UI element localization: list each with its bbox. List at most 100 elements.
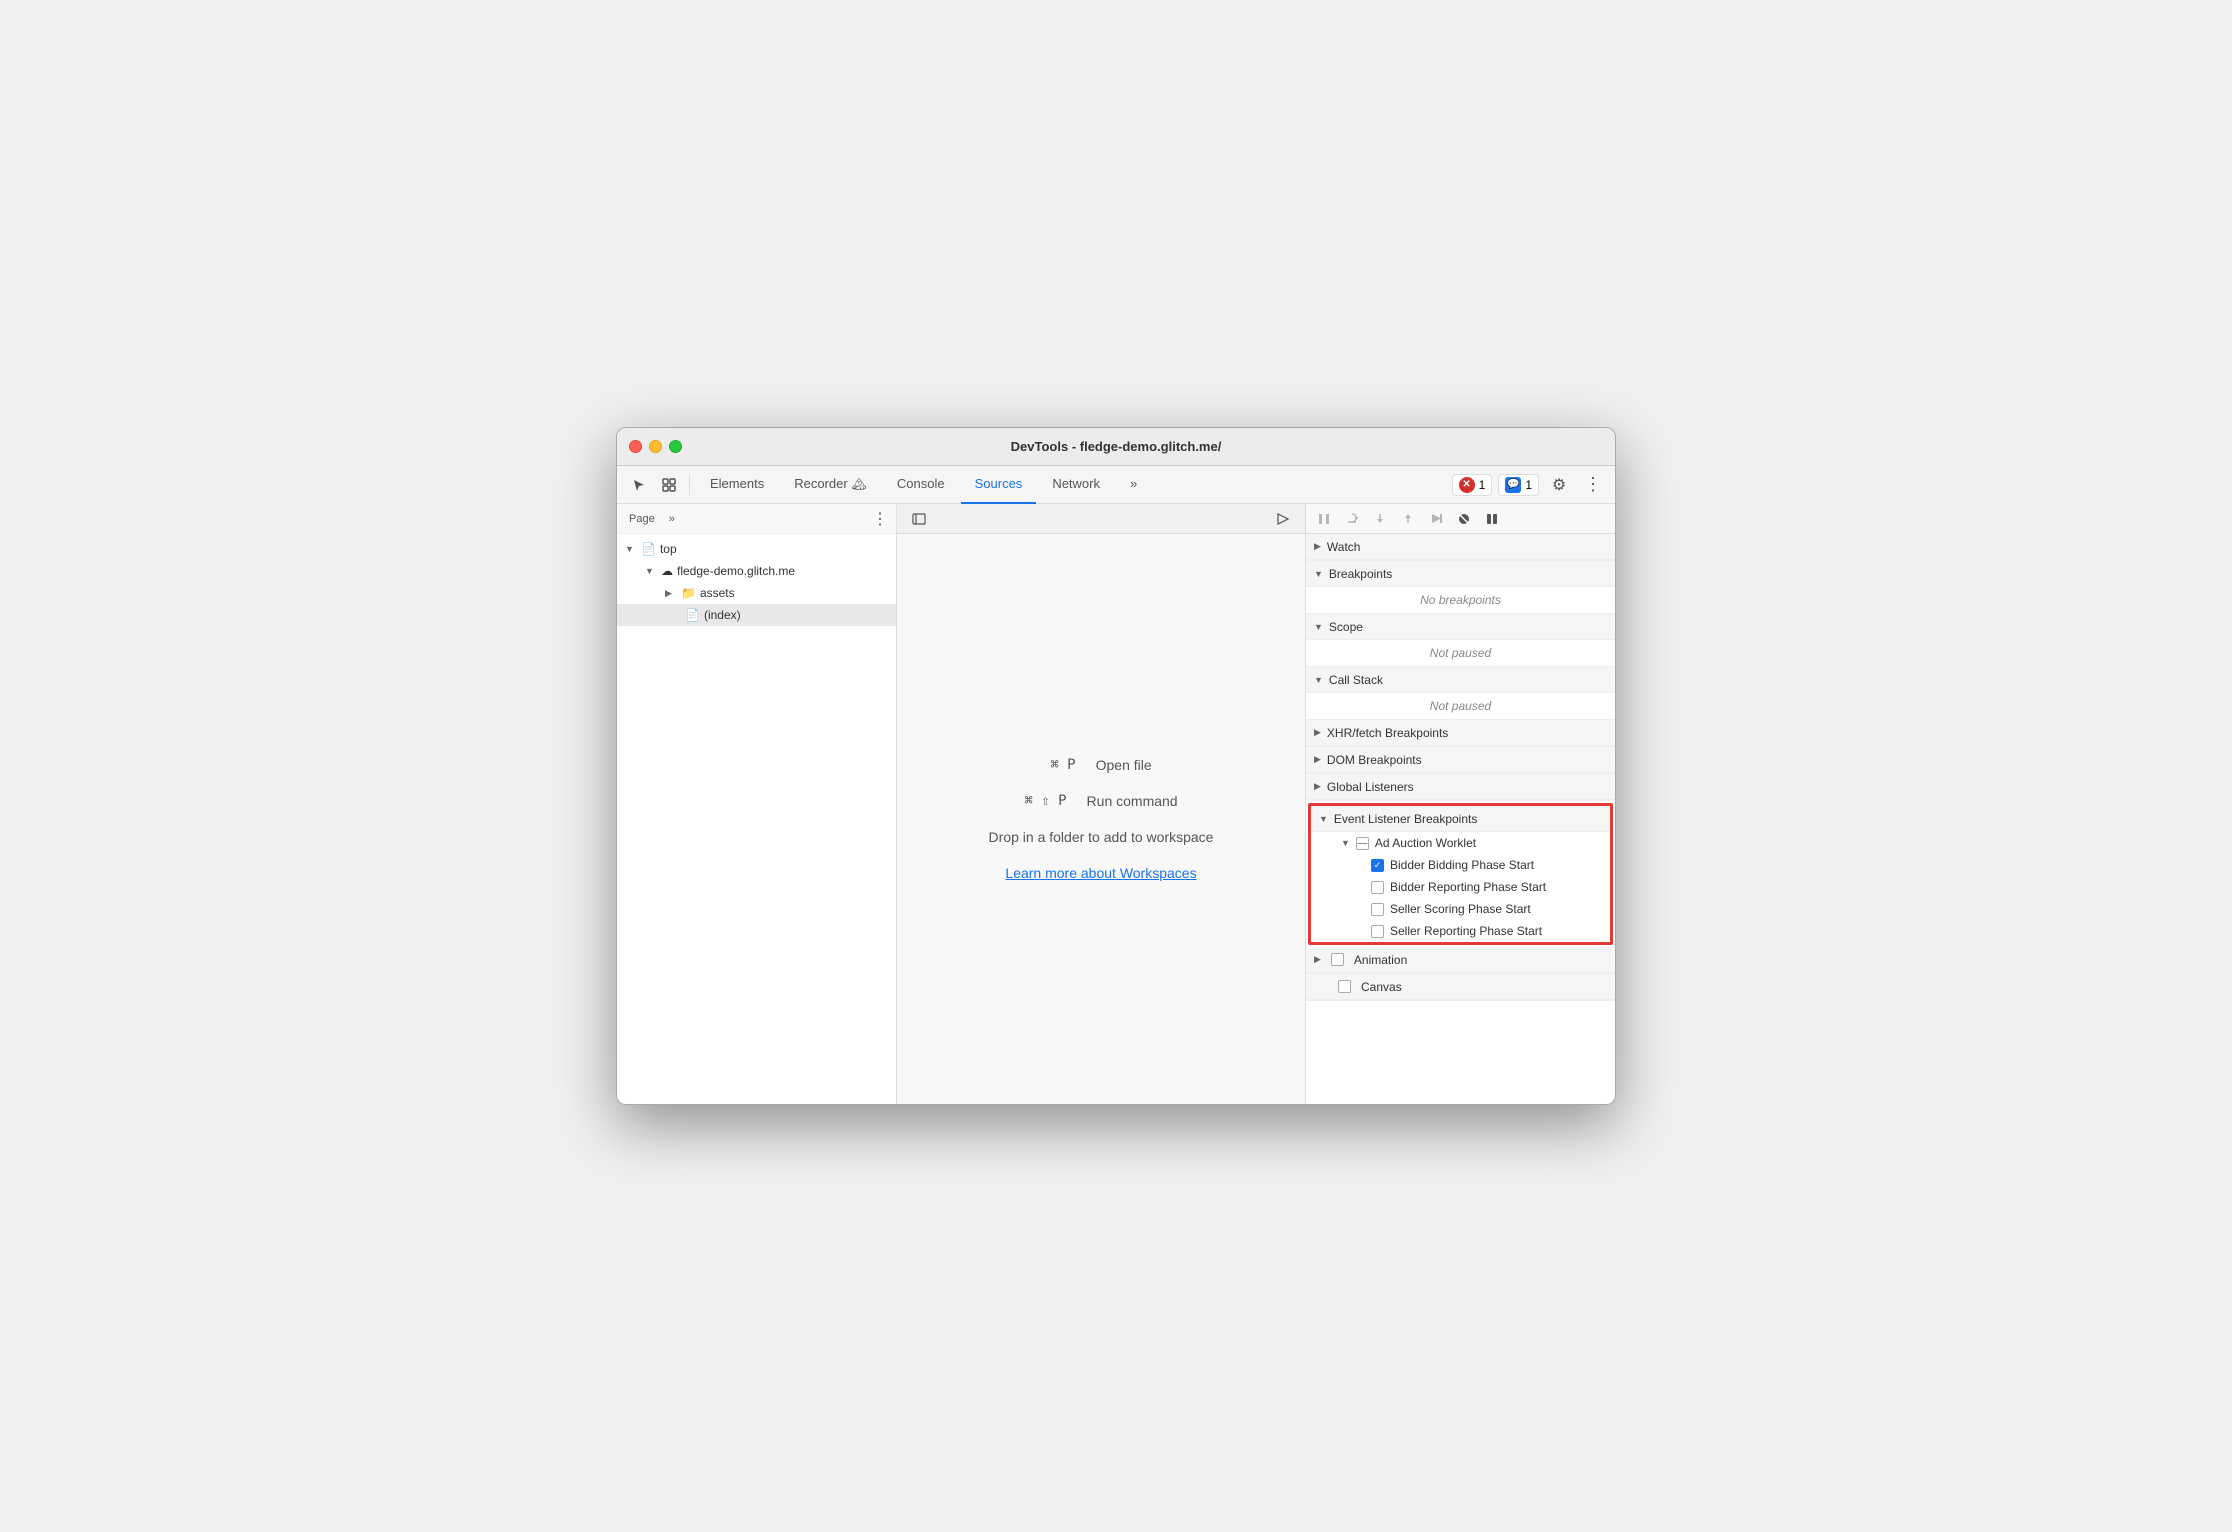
global-listeners-header[interactable]: ▶ Global Listeners (1306, 774, 1615, 800)
title-bar: DevTools - fledge-demo.glitch.me/ (617, 428, 1615, 466)
seller-scoring-checkbox[interactable] (1371, 903, 1384, 916)
ad-auction-checkbox[interactable]: — (1356, 837, 1369, 850)
tab-sources[interactable]: Sources (961, 466, 1037, 504)
pause-exceptions-icon (1485, 512, 1499, 526)
call-stack-section-header[interactable]: ▼ Call Stack (1306, 667, 1615, 693)
dom-breakpoints-section: ▶ DOM Breakpoints (1306, 747, 1615, 774)
tree-item-assets[interactable]: ▶ 📁 assets (617, 582, 896, 604)
canvas-section-header[interactable]: Canvas (1306, 974, 1615, 1000)
breakpoints-label: Breakpoints (1329, 567, 1392, 581)
toolbar-divider-1 (689, 475, 690, 495)
watch-section: ▶ Watch (1306, 534, 1615, 561)
call-stack-label: Call Stack (1329, 673, 1383, 687)
workspace-link[interactable]: Learn more about Workspaces (1005, 865, 1196, 881)
step-over-button[interactable] (1340, 508, 1364, 530)
animation-section-header[interactable]: ▶ Animation (1306, 947, 1615, 973)
bidder-bidding-item[interactable]: Bidder Bidding Phase Start (1311, 854, 1610, 876)
close-button[interactable] (629, 440, 642, 453)
inspect-button[interactable] (655, 473, 683, 497)
folder-icon-assets: 📁 (681, 586, 696, 600)
scope-section-header[interactable]: ▼ Scope (1306, 614, 1615, 640)
dom-section-header[interactable]: ▶ DOM Breakpoints (1306, 747, 1615, 773)
tree-item-label-domain: fledge-demo.glitch.me (677, 564, 795, 578)
page-label[interactable]: Page (625, 511, 659, 527)
canvas-checkbox[interactable] (1338, 980, 1351, 993)
open-file-key: ⌘ P (1050, 757, 1075, 773)
seller-reporting-item[interactable]: Seller Reporting Phase Start (1311, 920, 1610, 942)
devtools-window: DevTools - fledge-demo.glitch.me/ Elemen… (616, 427, 1616, 1105)
debugger-toolbar (1306, 504, 1615, 534)
shortcut-run-command: ⌘ ⇧ P Run command (1024, 793, 1177, 809)
left-panel: Page » ⋮ ▼ 📄 top ▼ ☁ fledge-demo.glitch.… (617, 504, 897, 1104)
tree-item-domain[interactable]: ▼ ☁ fledge-demo.glitch.me (617, 560, 896, 582)
step-over-icon (1346, 512, 1359, 525)
step-into-button[interactable] (1368, 508, 1392, 530)
seller-scoring-item[interactable]: Seller Scoring Phase Start (1311, 898, 1610, 920)
tab-network[interactable]: Network (1038, 466, 1114, 504)
pause-on-exceptions-button[interactable] (1480, 508, 1504, 530)
xhr-section-header[interactable]: ▶ XHR/fetch Breakpoints (1306, 720, 1615, 746)
maximize-button[interactable] (669, 440, 682, 453)
xhr-label: XHR/fetch Breakpoints (1327, 726, 1448, 740)
middle-content: ⌘ P Open file ⌘ ⇧ P Run command Drop in … (897, 534, 1305, 1104)
tab-elements[interactable]: Elements (696, 466, 778, 504)
bidder-reporting-label: Bidder Reporting Phase Start (1390, 880, 1546, 894)
tab-console[interactable]: Console (883, 466, 959, 504)
expand-arrow-top: ▼ (625, 544, 637, 554)
breakpoints-icon (1457, 512, 1471, 526)
scope-section: ▼ Scope Not paused (1306, 614, 1615, 667)
tab-more[interactable]: » (1116, 466, 1151, 504)
seller-reporting-label: Seller Reporting Phase Start (1390, 924, 1542, 938)
file-tree: ▼ 📄 top ▼ ☁ fledge-demo.glitch.me ▶ 📁 as… (617, 534, 896, 1104)
event-listener-section-header[interactable]: ▼ Event Listener Breakpoints (1311, 806, 1610, 832)
panel-toolbar: Page » ⋮ (617, 504, 896, 534)
call-stack-section: ▼ Call Stack Not paused (1306, 667, 1615, 720)
seller-reporting-checkbox[interactable] (1371, 925, 1384, 938)
run-command-key: ⌘ ⇧ P (1024, 793, 1066, 809)
scope-content: Not paused (1306, 640, 1615, 666)
animation-label: Animation (1354, 953, 1407, 967)
xhr-arrow: ▶ (1314, 727, 1321, 738)
minimize-button[interactable] (649, 440, 662, 453)
call-stack-arrow: ▼ (1314, 675, 1323, 685)
more-options-button[interactable]: ⋮ (1579, 473, 1607, 497)
deactivate-breakpoints-button[interactable] (1452, 508, 1476, 530)
main-toolbar: Elements Recorder 🏔 Console Sources Netw… (617, 466, 1615, 504)
step-button[interactable] (1424, 508, 1448, 530)
watch-arrow: ▶ (1314, 541, 1321, 552)
dom-label: DOM Breakpoints (1327, 753, 1422, 767)
call-stack-not-paused-text: Not paused (1430, 699, 1491, 713)
sidebar-toggle-button[interactable] (905, 507, 933, 531)
scope-not-paused-text: Not paused (1430, 646, 1491, 660)
right-panel-body: ▶ Watch ▼ Breakpoints No breakpoints (1306, 534, 1615, 1104)
page-more-icon[interactable]: » (665, 511, 679, 527)
error-badge-button[interactable]: ✕ 1 (1452, 474, 1493, 496)
panel-more-options[interactable]: ⋮ (872, 509, 888, 529)
message-badge-button[interactable]: 💬 1 (1498, 474, 1539, 496)
sidebar-icon (912, 512, 926, 526)
pause-button[interactable] (1312, 508, 1336, 530)
open-file-label: Open file (1096, 757, 1152, 773)
global-listeners-section: ▶ Global Listeners (1306, 774, 1615, 801)
tree-item-index[interactable]: 📄 (index) (617, 604, 896, 626)
settings-button[interactable]: ⚙ (1545, 473, 1573, 497)
global-listeners-arrow: ▶ (1314, 781, 1321, 792)
bidder-reporting-checkbox[interactable] (1371, 881, 1384, 894)
expand-arrow-assets: ▶ (665, 588, 677, 599)
breakpoints-section-header[interactable]: ▼ Breakpoints (1306, 561, 1615, 587)
scope-arrow: ▼ (1314, 622, 1323, 632)
animation-checkbox[interactable] (1331, 953, 1344, 966)
run-command-label: Run command (1087, 793, 1178, 809)
tab-recorder[interactable]: Recorder 🏔 (780, 466, 881, 504)
no-breakpoints-text: No breakpoints (1420, 593, 1501, 607)
ad-auction-worklet-header[interactable]: ▼ — Ad Auction Worklet (1311, 832, 1610, 854)
bidder-bidding-checkbox[interactable] (1371, 859, 1384, 872)
watch-section-header[interactable]: ▶ Watch (1306, 534, 1615, 560)
main-area: Page » ⋮ ▼ 📄 top ▼ ☁ fledge-demo.glitch.… (617, 504, 1615, 1104)
cursor-tool-button[interactable] (625, 473, 653, 497)
tree-item-top[interactable]: ▼ 📄 top (617, 538, 896, 560)
step-out-button[interactable] (1396, 508, 1420, 530)
format-button[interactable] (1269, 507, 1297, 531)
bidder-reporting-item[interactable]: Bidder Reporting Phase Start (1311, 876, 1610, 898)
shortcut-open-file: ⌘ P Open file (1050, 757, 1151, 773)
